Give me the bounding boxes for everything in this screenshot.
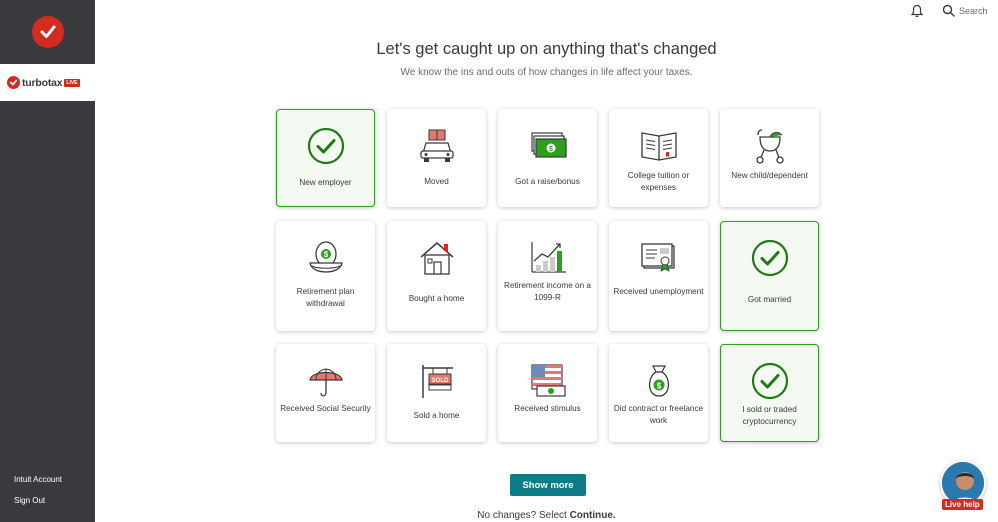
card-moved[interactable]: Moved bbox=[387, 109, 486, 207]
check-circle-icon bbox=[721, 361, 818, 401]
brand-bar: turbotax LIVE bbox=[0, 64, 95, 101]
intuit-account-link[interactable]: Intuit Account bbox=[14, 475, 62, 484]
svg-text:SOLD: SOLD bbox=[431, 378, 448, 384]
moving-car-icon bbox=[387, 127, 486, 165]
card-did-contract-freelance-work[interactable]: $ Did contract or freelance work bbox=[609, 344, 708, 442]
continue-emphasis: Continue. bbox=[569, 510, 616, 521]
card-label: Retirement plan withdrawal bbox=[296, 287, 355, 308]
brand-tag: LIVE bbox=[64, 78, 80, 87]
card-label: Got a raise/bonus bbox=[515, 177, 580, 186]
card-sold-a-home[interactable]: SOLD Sold a home bbox=[387, 344, 486, 442]
live-help-label[interactable]: Live help bbox=[942, 499, 983, 510]
card-received-social-security[interactable]: Received Social Security bbox=[276, 344, 375, 442]
card-label: Moved bbox=[424, 177, 449, 186]
cash-stack-icon: $ bbox=[498, 129, 597, 163]
svg-text:$: $ bbox=[656, 382, 661, 391]
card-label: Received Social Security bbox=[280, 404, 371, 413]
money-bag-icon: $ bbox=[609, 362, 708, 400]
check-circle-icon bbox=[277, 126, 374, 166]
page-subtitle: We know the ins and outs of how changes … bbox=[400, 67, 693, 78]
card-bought-a-home[interactable]: Bought a home bbox=[387, 221, 486, 331]
brand-check-icon bbox=[7, 76, 20, 89]
card-college-tuition[interactable]: College tuition or expenses bbox=[609, 109, 708, 207]
sidebar: turbotax LIVE Intuit Account Sign Out bbox=[0, 0, 95, 522]
flag-money-icon bbox=[498, 362, 597, 400]
growth-chart-icon bbox=[498, 239, 597, 275]
svg-text:$: $ bbox=[549, 146, 553, 153]
card-label: Did contract or freelance work bbox=[613, 404, 704, 425]
card-label: Received stimulus bbox=[514, 404, 581, 413]
nest-egg-icon: $ bbox=[276, 239, 375, 279]
stroller-icon bbox=[720, 127, 819, 165]
card-label: I sold or traded cryptocurrency bbox=[742, 405, 797, 426]
svg-text:$: $ bbox=[323, 250, 328, 259]
card-got-a-raise-bonus[interactable]: $ Got a raise/bonus bbox=[498, 109, 597, 207]
card-label: Retirement income on a 1099-R bbox=[504, 281, 591, 302]
card-got-married[interactable]: Got married bbox=[720, 221, 819, 331]
card-new-child-dependent[interactable]: New child/dependent bbox=[720, 109, 819, 207]
card-label: Bought a home bbox=[408, 294, 465, 303]
page-title: Let's get caught up on anything that's c… bbox=[376, 40, 717, 58]
show-more-button[interactable]: Show more bbox=[510, 474, 586, 496]
sold-sign-icon: SOLD bbox=[387, 362, 486, 400]
app-logo[interactable] bbox=[0, 0, 95, 64]
check-document-icon bbox=[609, 241, 708, 275]
check-circle-icon bbox=[721, 238, 818, 278]
sign-out-link[interactable]: Sign Out bbox=[14, 496, 45, 505]
footer-prefix: No changes? Select bbox=[477, 510, 570, 521]
card-label: Got married bbox=[747, 295, 792, 304]
card-retirement-plan-withdrawal[interactable]: $ Retirement plan withdrawal bbox=[276, 221, 375, 331]
brand-name: turbotax bbox=[22, 76, 63, 89]
umbrella-icon bbox=[276, 364, 375, 400]
checkmark-logo-icon bbox=[31, 16, 64, 48]
book-icon bbox=[609, 127, 708, 163]
footer-note: No changes? Select Continue. bbox=[95, 510, 998, 521]
card-received-stimulus[interactable]: Received stimulus bbox=[498, 344, 597, 442]
house-icon bbox=[387, 239, 486, 277]
card-received-unemployment[interactable]: Received unemployment bbox=[609, 221, 708, 331]
card-label: College tuition or expenses bbox=[627, 171, 690, 192]
card-retirement-income-1099r[interactable]: Retirement income on a 1099-R bbox=[498, 221, 597, 331]
card-label: New employer bbox=[299, 178, 352, 187]
card-label: Sold a home bbox=[413, 411, 460, 420]
card-label: New child/dependent bbox=[731, 171, 808, 180]
card-label: Received unemployment bbox=[613, 287, 704, 296]
card-new-employer[interactable]: New employer bbox=[276, 109, 375, 207]
card-sold-traded-cryptocurrency[interactable]: I sold or traded cryptocurrency bbox=[720, 344, 819, 442]
main-content: Let's get caught up on anything that's c… bbox=[95, 0, 998, 522]
